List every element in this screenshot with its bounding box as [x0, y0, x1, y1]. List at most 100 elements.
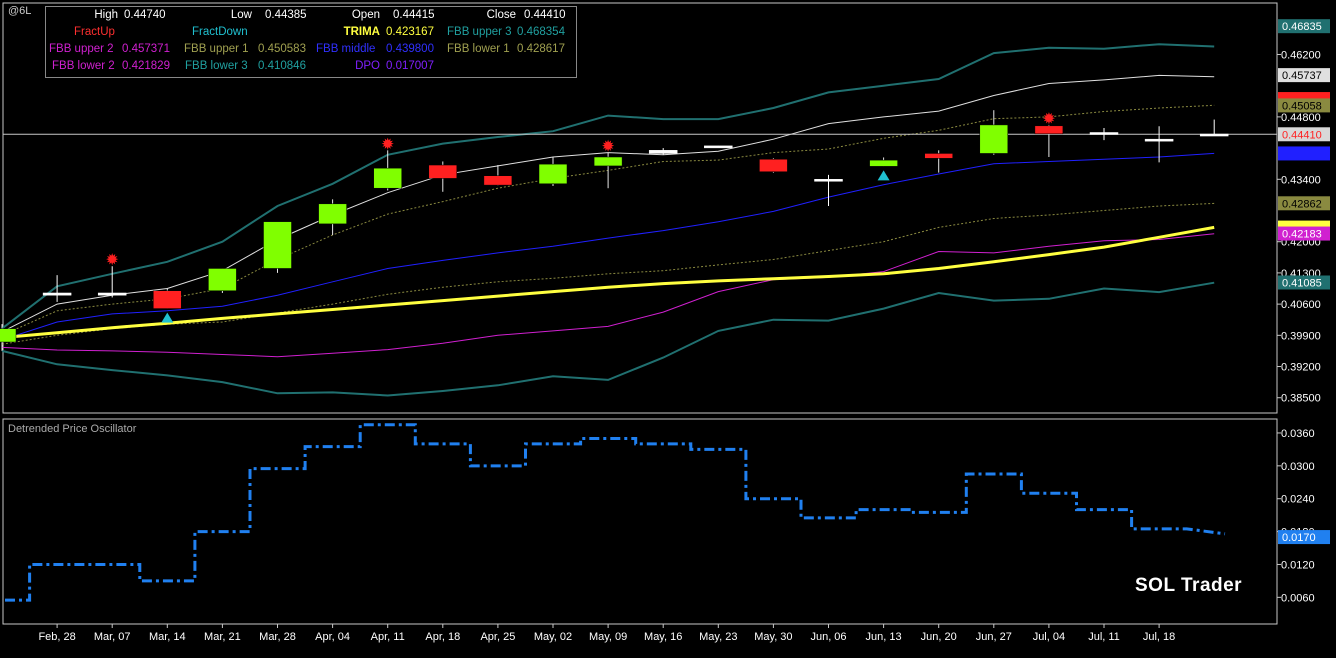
legend-row-2: FBB upper 2 0.457371 FBB upper 1 0.45058…: [46, 43, 576, 60]
chart-canvas: ✹✹ ✹✹ 0.462000.448000.434000.420000.41300…: [0, 2, 1330, 643]
x-tick-label: Jul, 11: [1088, 631, 1120, 643]
fbb-lower3-label: FBB lower 3: [185, 60, 248, 72]
low-value: 0.44385: [265, 9, 307, 21]
main-plot: ✹ ✹ ✹ ✹: [0, 43, 1277, 397]
price-badge-label: 0.44410: [1282, 129, 1322, 141]
price-badge-label: 0.46835: [1282, 21, 1322, 33]
brand-watermark: SOL Trader: [1135, 575, 1243, 596]
fbb-upper2-value: 0.457371: [122, 43, 170, 55]
candle-body: [1199, 133, 1229, 137]
fbb-lower1-value: 0.428617: [517, 43, 565, 55]
price-badge-label: 0.45058: [1282, 100, 1322, 112]
fractal-up-marker: ✹: [105, 250, 118, 269]
price-badge-label: 0.45737: [1282, 70, 1322, 82]
ohlc-row: High 0.44740 Low 0.44385 Open 0.44415 Cl…: [46, 9, 576, 26]
fbb-lower1-label: FBB lower 1: [447, 43, 510, 55]
x-tick-label: Mar, 28: [259, 631, 296, 643]
close-value: 0.44410: [524, 9, 566, 21]
price-badge-label: 0.42183: [1282, 229, 1322, 241]
trima-value: 0.423167: [386, 26, 434, 38]
candle-body: [869, 159, 898, 167]
candle-body: [979, 124, 1009, 154]
fractal-down-marker: [161, 312, 174, 323]
axes: 0.462000.448000.434000.420000.413000.406…: [38, 19, 1330, 643]
x-tick-label: May, 09: [589, 631, 627, 643]
line-fbb-lower3: [1, 281, 1215, 397]
fractal-up-marker: ✹: [381, 134, 394, 153]
symbol-label: @6L: [8, 5, 32, 17]
fbb-middle-value: 0.439800: [386, 43, 434, 55]
open-value: 0.44415: [393, 9, 435, 21]
candle-body: [704, 145, 733, 149]
line-fbb-lower2: [1, 233, 1215, 358]
y-tick-label: 0.44800: [1281, 112, 1321, 124]
y-tick-label: 0.46200: [1281, 49, 1321, 61]
x-tick-label: Jun, 20: [921, 631, 957, 643]
fractal-up-marker: ✹: [1042, 109, 1055, 128]
x-tick-label: Feb, 28: [38, 631, 75, 643]
y-tick-label: 0.38500: [1281, 393, 1321, 405]
fbb-upper1-label: FBB upper 1: [184, 43, 249, 55]
indicator-legend-box: High 0.44740 Low 0.44385 Open 0.44415 Cl…: [45, 6, 577, 78]
dpo-pane-frame: [2, 418, 1278, 625]
candle-body: [1144, 138, 1174, 142]
fbb-lower2-label: FBB lower 2: [52, 60, 115, 72]
candle-body: [593, 156, 623, 167]
dpo-label: DPO: [355, 60, 380, 72]
x-tick-label: Apr, 11: [371, 631, 405, 643]
x-tick-label: Apr, 04: [315, 631, 350, 643]
fractup-label: FractUp: [74, 26, 115, 38]
x-tick-label: Mar, 21: [204, 631, 241, 643]
y-tick-label: 0.40600: [1281, 299, 1321, 311]
dpo-value-badge-label: 0.0170: [1282, 532, 1316, 544]
dpo-step-line: [5, 423, 1226, 602]
dpo-y-tick-label: 0.0300: [1281, 461, 1315, 473]
dpo-y-tick-label: 0.0120: [1281, 559, 1315, 571]
candle-body: [208, 268, 237, 291]
price-badge-label: 0.42862: [1282, 198, 1322, 210]
x-tick-label: Jun, 06: [810, 631, 846, 643]
fbb-lower3-value: 0.410846: [258, 60, 306, 72]
legend-row-1: FractUp FractDown TRIMA 0.423167 FBB upp…: [46, 26, 576, 43]
low-label: Low: [230, 9, 252, 21]
dpo-value: 0.017007: [386, 60, 434, 72]
candle-body: [373, 167, 402, 189]
candle-body: [538, 163, 568, 185]
candle-body: [1089, 132, 1119, 135]
fbb-upper3-label: FBB upper 3: [447, 26, 512, 38]
x-tick-label: Jul, 18: [1143, 631, 1175, 643]
close-label: Close: [486, 9, 516, 21]
line-trima: [1, 225, 1215, 340]
y-tick-label: 0.43400: [1281, 174, 1321, 186]
candle-body: [814, 179, 843, 182]
fbb-upper2-label: FBB upper 2: [49, 43, 114, 55]
candle-body: [483, 175, 513, 186]
fbb-lower2-value: 0.421829: [122, 60, 170, 72]
candle-body: [42, 292, 72, 296]
legend-row-3: FBB lower 2 0.421829 FBB lower 3 0.41084…: [46, 60, 576, 77]
fbb-upper1-value: 0.450583: [258, 43, 306, 55]
x-tick-label: May, 23: [699, 631, 737, 643]
candle-body: [648, 150, 678, 154]
x-tick-label: May, 16: [644, 631, 682, 643]
dpo-y-tick-label: 0.0060: [1281, 592, 1315, 604]
price-badge: [1278, 146, 1330, 161]
x-tick-label: Apr, 18: [425, 631, 460, 643]
x-tick-label: Apr, 25: [480, 631, 515, 643]
fractdown-label: FractDown: [192, 26, 248, 38]
x-tick-label: Jun, 27: [976, 631, 1012, 643]
open-label: Open: [351, 9, 380, 21]
fbb-upper3-value: 0.468354: [517, 26, 565, 38]
candle-body: [428, 164, 458, 179]
x-tick-label: May, 30: [754, 631, 792, 643]
trima-label: TRIMA: [343, 26, 380, 38]
line-fbb-upper2: [1, 74, 1215, 333]
fractal-down-marker: [877, 170, 890, 181]
candle-body: [924, 153, 953, 159]
price-badge-label: 0.41085: [1282, 278, 1322, 290]
candle-body: [97, 292, 127, 296]
x-tick-label: Mar, 14: [149, 631, 186, 643]
y-tick-label: 0.39200: [1281, 362, 1321, 374]
dpo-pane-title: Detrended Price Oscillator: [8, 423, 137, 435]
candle-body: [153, 290, 182, 309]
